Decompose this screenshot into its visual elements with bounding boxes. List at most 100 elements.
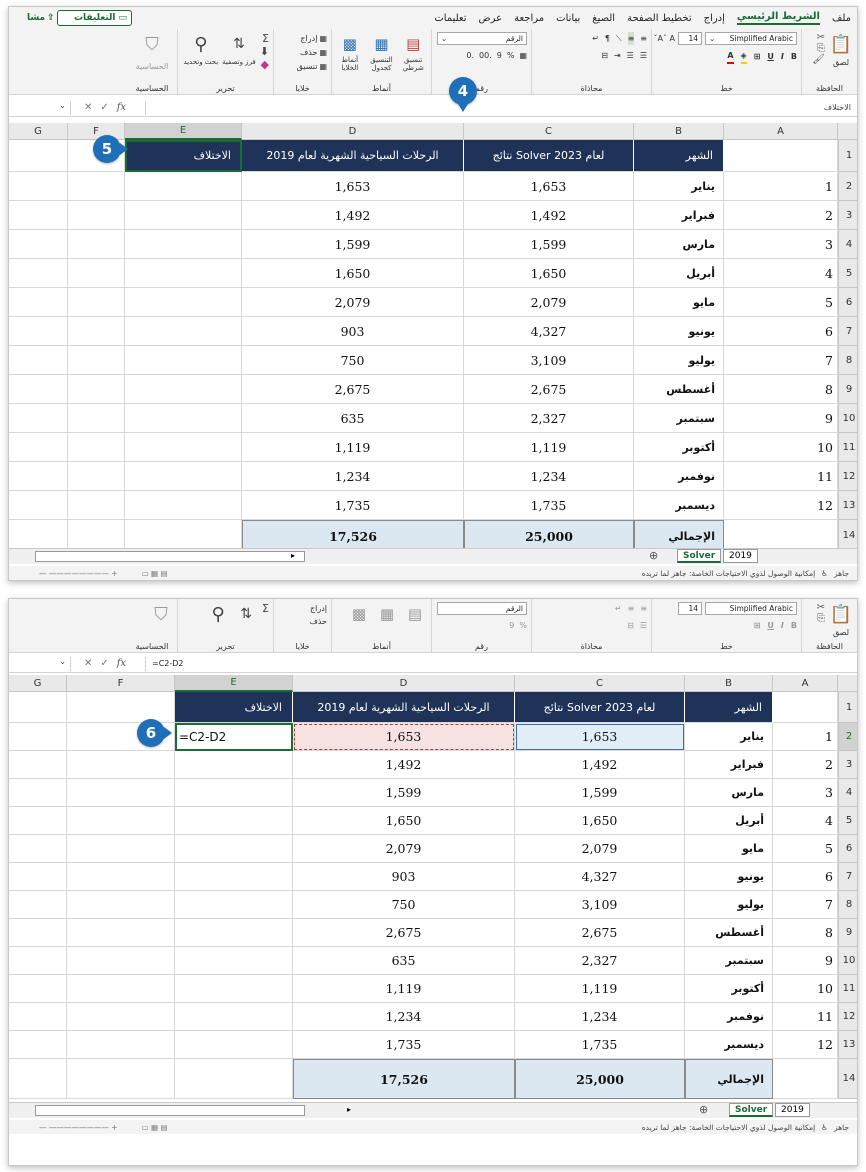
row-header-14[interactable]: 14 [838,1059,857,1099]
autosum-icon[interactable]: Σ [262,602,269,615]
cell-styles-button[interactable]: أنماط الخلايا [336,56,364,72]
cell-B6[interactable]: مايو [634,288,724,317]
cell-E5[interactable] [125,259,242,288]
cell-G4[interactable] [9,230,68,259]
header-month[interactable]: الشهر [634,140,724,172]
share-button[interactable]: ⇪ مشا [11,10,59,26]
cell-A8[interactable]: 7 [724,346,838,375]
cell-C4[interactable]: 1,599 [515,779,685,807]
cell-E6[interactable] [125,288,242,317]
cell-F11[interactable] [68,433,125,462]
sensitivity-icon[interactable]: ⛉ [149,602,173,626]
cell-D11[interactable]: 1,119 [242,433,464,462]
cell-A9[interactable]: 8 [724,375,838,404]
row-header-10[interactable]: 10 [838,404,857,433]
sheet-tab-solver[interactable]: Solver [677,549,722,563]
cell-E9[interactable] [125,375,242,404]
cell-B8[interactable]: يوليو [685,891,773,919]
format-table-button[interactable]: التنسيق كجدول [368,56,396,72]
cell-G13[interactable] [9,1031,67,1059]
cell-A5[interactable]: 4 [724,259,838,288]
zoom-slider[interactable]: — ———————— + [39,569,118,578]
select-all-corner[interactable] [838,675,857,692]
cell-D6[interactable]: 2,079 [293,835,515,863]
cell-F1[interactable] [67,692,175,723]
bold-icon[interactable]: B [791,619,797,632]
cell-D9[interactable]: 2,675 [293,919,515,947]
cell-A3[interactable]: 2 [773,751,838,779]
conditional-format-button[interactable]: تنسيق شرطي [399,56,427,72]
italic-icon[interactable]: I [781,619,784,632]
column-header-C[interactable]: C [464,123,634,140]
cell-G11[interactable] [9,975,67,1003]
cell-B2[interactable]: يناير [685,723,773,751]
cell-A8[interactable]: 7 [773,891,838,919]
cell-E10[interactable] [125,404,242,433]
cell-B10[interactable]: سبتمبر [685,947,773,975]
row-header-7[interactable]: 7 [838,317,857,346]
cell-G3[interactable] [9,201,68,230]
rtl-icon[interactable]: ¶ [605,32,610,45]
clear-icon[interactable]: ◆ [260,58,269,71]
column-header-D[interactable]: D [242,123,464,140]
find-select-button[interactable]: بحث وتحديد [183,56,218,69]
column-header-G[interactable]: G [9,675,67,692]
align-right-icon[interactable]: ☰ [640,49,647,62]
header-solver-2023[interactable]: نتائج Solver لعام 2023 [464,140,634,172]
sensitivity-button[interactable]: الحساسية [136,60,169,73]
cell-D13[interactable]: 1,735 [293,1031,515,1059]
cell-C9[interactable]: 2,675 [464,375,634,404]
view-buttons[interactable]: ▭ ▦ ▤ [142,1123,168,1132]
cell-D12[interactable]: 1,234 [293,1003,515,1031]
add-sheet-icon[interactable]: ⊕ [649,549,658,562]
cell-styles-icon[interactable]: ▩ [347,602,371,626]
cell-D4[interactable]: 1,599 [293,779,515,807]
cell-C3[interactable]: 1,492 [464,201,634,230]
cell-E14[interactable] [175,1059,293,1099]
cell-G10[interactable] [9,404,68,433]
cell-A13[interactable]: 12 [773,1031,838,1059]
cell-B8[interactable]: يوليو [634,346,724,375]
cell-B3[interactable]: فبراير [685,751,773,779]
row-header-6[interactable]: 6 [838,288,857,317]
row-header-11[interactable]: 11 [838,975,857,1003]
cell-C3[interactable]: 1,492 [515,751,685,779]
cell-C2[interactable]: 1,653 [464,172,634,201]
add-sheet-icon[interactable]: ⊕ [699,1103,708,1116]
cell-D11[interactable]: 1,119 [293,975,515,1003]
cell-B9[interactable]: أغسطس [634,375,724,404]
row-header-3[interactable]: 3 [838,751,857,779]
name-box-dropdown[interactable]: ⌄ [9,656,71,671]
conditional-format-icon[interactable]: ▤ [403,602,427,626]
tab-page-layout[interactable]: تخطيط الصفحة [627,13,692,24]
row-header-9[interactable]: 9 [838,375,857,404]
cell-A3[interactable]: 2 [724,201,838,230]
delete-cells-button[interactable]: ▦ حذف [300,46,327,59]
wrap-icon[interactable]: ↵ [615,602,622,615]
row-header-7[interactable]: 7 [838,863,857,891]
cell-F7[interactable] [67,863,175,891]
align-middle-icon[interactable]: ≡ [628,602,635,615]
conditional-format-icon[interactable]: ▤ [401,32,425,56]
cell-G12[interactable] [9,1003,67,1031]
cut-icon[interactable]: ✂ [812,32,825,43]
tab-view[interactable]: عرض [479,13,503,24]
row-header-4[interactable]: 4 [838,230,857,259]
merge-icon[interactable]: ⊟ [627,619,634,632]
row-header-10[interactable]: 10 [838,947,857,975]
cell-B3[interactable]: فبراير [634,201,724,230]
formula-input[interactable]: =C2-D2 [145,656,857,671]
cell-A6[interactable]: 5 [724,288,838,317]
orientation-icon[interactable]: ⟋ [616,32,622,45]
row-header-2[interactable]: 2 [838,723,857,751]
cell-F8[interactable] [67,891,175,919]
cancel-icon[interactable]: ✕ [84,658,92,669]
cell-G13[interactable] [9,491,68,520]
bold-icon[interactable]: B [791,50,797,63]
cell-G2[interactable] [9,172,68,201]
cell-G12[interactable] [9,462,68,491]
cell-C11[interactable]: 1,119 [464,433,634,462]
cell-B13[interactable]: ديسمبر [685,1031,773,1059]
cell-G14[interactable] [9,1059,67,1099]
cell-E2[interactable] [125,172,242,201]
